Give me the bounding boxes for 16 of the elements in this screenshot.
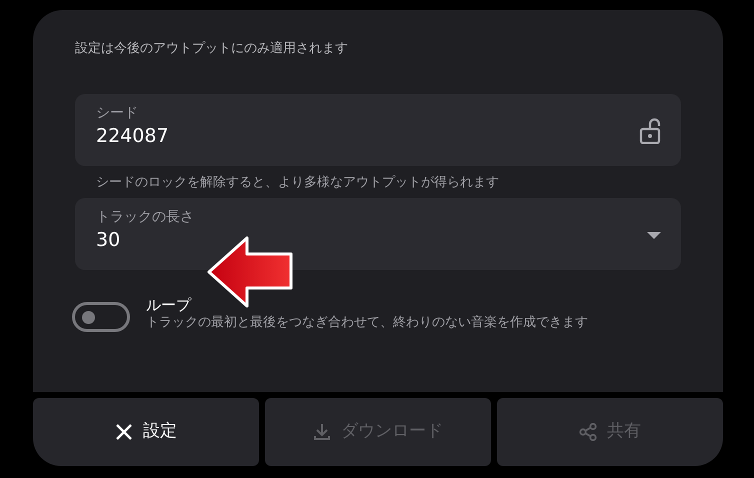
seed-field[interactable]: シード 224087 <box>75 94 681 166</box>
arrow-icon <box>206 236 294 308</box>
hint-text: シードのロックを解除すると、より多様なアウトプットが得られます <box>95 174 500 192</box>
loop-label: ループ <box>146 296 192 314</box>
share-icon <box>579 423 597 441</box>
notice-text: 設定は今後のアウトプットにのみ適用されます <box>75 40 349 58</box>
caret-icon <box>647 232 661 240</box>
close-button[interactable]: 設定 <box>33 398 259 466</box>
field-label: シード <box>96 104 139 122</box>
loop-toggle[interactable] <box>72 302 130 332</box>
field-label: トラックの長さ <box>96 208 195 226</box>
unlocked-lock-icon[interactable] <box>639 118 661 144</box>
close-icon <box>115 423 133 441</box>
track-length-select[interactable]: トラックの長さ 30 <box>75 198 681 270</box>
download-icon <box>313 423 331 441</box>
loop-description: トラックの最初と最後をつなぎ合わせて、終わりのない音楽を作成できます <box>146 314 588 332</box>
